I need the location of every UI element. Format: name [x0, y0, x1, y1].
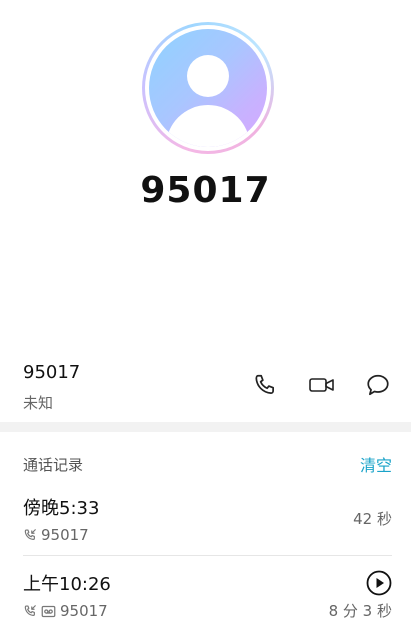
avatar — [142, 22, 274, 154]
video-call-button[interactable] — [305, 368, 339, 402]
call-time: 上午10:26 — [23, 574, 111, 595]
phone-icon — [255, 374, 274, 394]
incoming-call-icon — [24, 605, 36, 616]
call-number: 95017 — [60, 602, 108, 620]
play-icon — [366, 570, 392, 596]
number-location: 未知 — [23, 394, 54, 412]
call-duration: 42 秒 — [353, 510, 392, 528]
phone-number-row[interactable]: 95017 未知 — [0, 350, 411, 422]
message-button[interactable] — [361, 368, 395, 402]
call-time: 傍晚5:33 — [23, 498, 100, 519]
recording-icon — [41, 605, 56, 617]
call-log-title: 通话记录 — [23, 456, 84, 474]
contact-detail-screen: 95017 95017 未知 通话记录 清空 傍晚5:33 95017 42 秒… — [0, 0, 411, 641]
call-log-item[interactable]: 傍晚5:33 95017 42 秒 — [0, 494, 411, 570]
call-log-item[interactable]: 上午10:26 95017 8 分 3 秒 — [0, 570, 411, 641]
call-number: 95017 — [41, 526, 89, 544]
chat-bubble-icon — [367, 374, 389, 396]
call-duration: 8 分 3 秒 — [328, 602, 392, 620]
person-icon — [149, 29, 267, 147]
section-divider — [0, 422, 411, 432]
row-divider — [23, 555, 392, 556]
contact-name: 95017 — [140, 170, 271, 211]
call-button[interactable] — [248, 368, 282, 402]
video-camera-icon — [309, 378, 334, 392]
incoming-call-icon — [24, 529, 36, 540]
play-recording-button[interactable] — [366, 570, 392, 596]
clear-call-log-button[interactable]: 清空 — [360, 452, 392, 476]
call-log-header: 通话记录 清空 — [0, 432, 411, 492]
phone-number: 95017 — [23, 362, 81, 383]
